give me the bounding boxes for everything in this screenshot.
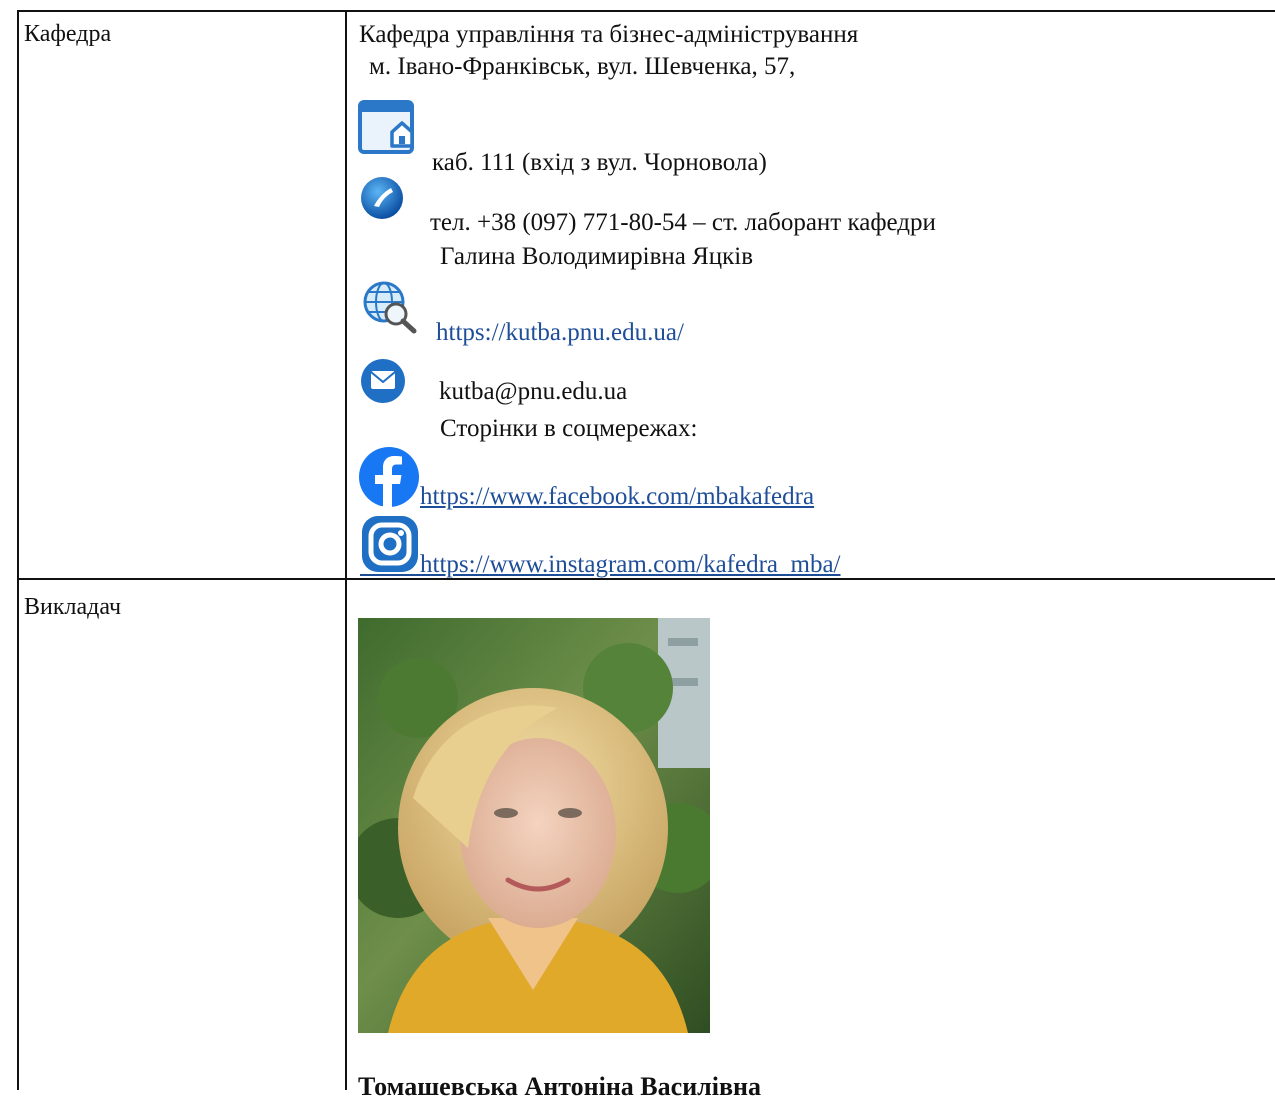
table-border-left	[17, 10, 19, 1090]
phone-text: тел. +38 (097) 771-80-54 – ст. лаборант …	[430, 209, 936, 236]
facebook-icon	[358, 446, 420, 508]
table-border-top	[17, 10, 1275, 12]
social-heading: Сторінки в соцмережах:	[440, 415, 698, 442]
room-text: каб. 111 (вхід з вул. Чорновола)	[432, 149, 767, 176]
envelope-icon	[360, 358, 406, 404]
department-label: Кафедра	[24, 21, 112, 47]
instagram-icon	[360, 514, 420, 574]
department-name: Кафедра управління та бізнес-адмініструв…	[359, 21, 859, 48]
info-table: Кафедра Викладач Кафедра управління та б…	[0, 0, 1275, 1101]
department-address: м. Івано-Франківськ, вул. Шевченка, 57,	[369, 53, 796, 80]
lecturer-label: Викладач	[24, 594, 122, 620]
lecturer-photo	[358, 618, 710, 1033]
column-divider	[345, 10, 347, 1090]
lab-assistant-name: Галина Володимирівна Яцків	[440, 243, 754, 270]
globe-search-icon	[360, 278, 418, 334]
facebook-link[interactable]: https://www.facebook.com/mbakafedra	[420, 482, 814, 512]
instagram-underline-extension	[360, 574, 420, 576]
lecturer-name: Томашевська Антоніна Василівна	[358, 1072, 761, 1101]
home-window-icon	[358, 96, 420, 158]
phone-icon	[360, 176, 404, 220]
website-link[interactable]: https://kutba.pnu.edu.ua/	[436, 318, 684, 348]
instagram-link[interactable]: https://www.instagram.com/kafedra_mba/	[420, 550, 841, 580]
email-text[interactable]: kutba@pnu.edu.ua	[439, 377, 627, 407]
